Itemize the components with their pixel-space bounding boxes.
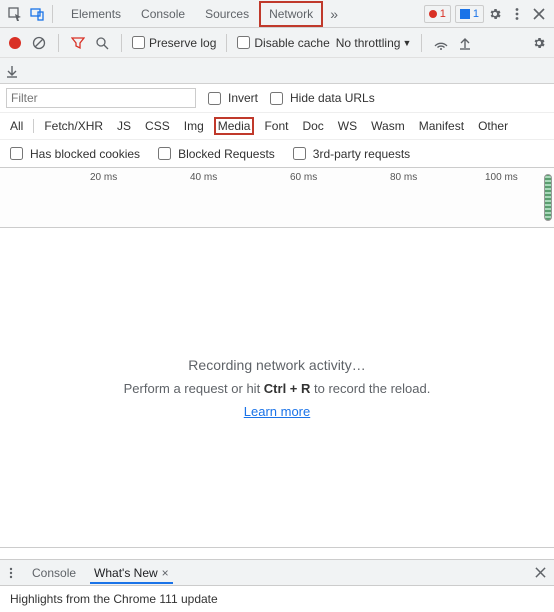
type-media[interactable]: Media — [214, 117, 255, 135]
throttling-label: No throttling — [336, 36, 401, 50]
disable-cache-label: Disable cache — [254, 36, 329, 50]
tab-elements[interactable]: Elements — [61, 1, 131, 27]
overview-scrollbar[interactable] — [544, 174, 552, 221]
filter-icon[interactable] — [69, 34, 87, 52]
panel-tabs: Elements Console Sources Network — [61, 1, 323, 27]
timeline-tick: 60 ms — [290, 172, 317, 183]
export-har-icon[interactable] — [6, 64, 18, 78]
requests-empty-state: Recording network activity… Perform a re… — [0, 228, 554, 548]
type-doc[interactable]: Doc — [298, 117, 327, 135]
third-party-requests-checkbox[interactable] — [293, 147, 306, 160]
has-blocked-cookies-checkbox[interactable] — [10, 147, 23, 160]
hide-data-urls-label: Hide data URLs — [290, 91, 375, 105]
message-icon — [460, 9, 470, 19]
network-settings-icon[interactable] — [530, 34, 548, 52]
type-fetch-xhr[interactable]: Fetch/XHR — [40, 117, 107, 135]
type-manifest[interactable]: Manifest — [415, 117, 468, 135]
third-party-requests-label: 3rd-party requests — [313, 147, 410, 161]
has-blocked-cookies-label: Has blocked cookies — [30, 147, 140, 161]
hide-data-urls-checkbox[interactable] — [270, 92, 283, 105]
preserve-log-label: Preserve log — [149, 36, 216, 50]
preserve-log[interactable]: Preserve log — [132, 36, 216, 50]
recording-text: Recording network activity… — [188, 357, 365, 373]
error-dot-icon — [429, 10, 437, 18]
import-har-icon[interactable] — [456, 34, 474, 52]
error-count-badge[interactable]: 1 — [424, 5, 451, 23]
tab-network[interactable]: Network — [259, 1, 323, 27]
tab-sources[interactable]: Sources — [195, 1, 259, 27]
type-css[interactable]: CSS — [141, 117, 174, 135]
record-button[interactable] — [6, 34, 24, 52]
invert-label: Invert — [228, 91, 258, 105]
disable-cache[interactable]: Disable cache — [237, 36, 329, 50]
hint-text: Perform a request or hit Ctrl + R to rec… — [124, 381, 431, 396]
timeline-tick: 80 ms — [390, 172, 417, 183]
network-conditions-icon[interactable] — [432, 34, 450, 52]
third-party-requests[interactable]: 3rd-party requests — [289, 144, 410, 163]
filter-bar: Invert Hide data URLs — [0, 84, 554, 113]
network-toolbar: Preserve log Disable cache No throttling… — [0, 28, 554, 58]
type-other[interactable]: Other — [474, 117, 512, 135]
drawer-tab-console[interactable]: Console — [28, 562, 80, 584]
hint-shortcut: Ctrl + R — [264, 381, 311, 396]
blocked-filter-bar: Has blocked cookies Blocked Requests 3rd… — [0, 140, 554, 168]
blocked-requests[interactable]: Blocked Requests — [154, 144, 275, 163]
disable-cache-checkbox[interactable] — [237, 36, 250, 49]
more-tabs-icon[interactable]: » — [323, 3, 345, 25]
timeline-tick: 100 ms — [485, 172, 518, 183]
invert[interactable]: Invert — [204, 89, 258, 108]
type-ws[interactable]: WS — [334, 117, 361, 135]
type-font[interactable]: Font — [260, 117, 292, 135]
type-filter-bar: All Fetch/XHR JS CSS Img Media Font Doc … — [0, 113, 554, 140]
search-icon[interactable] — [93, 34, 111, 52]
message-count-badge[interactable]: 1 — [455, 5, 484, 23]
close-drawer-icon[interactable] — [530, 567, 550, 578]
drawer-body: Highlights from the Chrome 111 update — [0, 586, 554, 612]
close-tab-icon[interactable]: × — [162, 566, 169, 580]
inspect-element-icon[interactable] — [4, 3, 26, 25]
overview-timeline[interactable]: 20 ms 40 ms 60 ms 80 ms 100 ms — [0, 168, 554, 228]
learn-more-link[interactable]: Learn more — [244, 404, 310, 419]
preserve-log-checkbox[interactable] — [132, 36, 145, 49]
chevron-down-icon: ▼ — [402, 38, 411, 48]
error-count: 1 — [440, 8, 446, 20]
settings-icon[interactable] — [484, 3, 506, 25]
drawer: Console What's New × Highlights from the… — [0, 559, 554, 612]
type-js[interactable]: JS — [113, 117, 135, 135]
clear-icon[interactable] — [30, 34, 48, 52]
drawer-tab-whats-new[interactable]: What's New × — [90, 562, 173, 584]
whats-new-headline: Highlights from the Chrome 111 update — [10, 592, 218, 606]
drawer-menu-icon[interactable] — [4, 562, 18, 584]
throttling-select[interactable]: No throttling ▼ — [336, 36, 412, 50]
tab-console[interactable]: Console — [131, 1, 195, 27]
timeline-tick: 40 ms — [190, 172, 217, 183]
hide-data-urls[interactable]: Hide data URLs — [266, 89, 375, 108]
secondary-toolbar — [0, 58, 554, 84]
close-devtools-icon[interactable] — [528, 3, 550, 25]
kebab-menu-icon[interactable] — [506, 3, 528, 25]
device-toolbar-icon[interactable] — [26, 3, 48, 25]
devtools-top-bar: Elements Console Sources Network » 1 1 — [0, 0, 554, 28]
type-img[interactable]: Img — [180, 117, 208, 135]
message-count: 1 — [473, 8, 479, 20]
filter-input[interactable] — [6, 88, 196, 108]
type-all[interactable]: All — [6, 117, 27, 135]
has-blocked-cookies[interactable]: Has blocked cookies — [6, 144, 140, 163]
drawer-tabs: Console What's New × — [0, 560, 554, 586]
timeline-tick: 20 ms — [90, 172, 117, 183]
type-wasm[interactable]: Wasm — [367, 117, 409, 135]
blocked-requests-checkbox[interactable] — [158, 147, 171, 160]
invert-checkbox[interactable] — [208, 92, 221, 105]
drawer-tab-whats-new-label: What's New — [94, 566, 158, 580]
blocked-requests-label: Blocked Requests — [178, 147, 275, 161]
